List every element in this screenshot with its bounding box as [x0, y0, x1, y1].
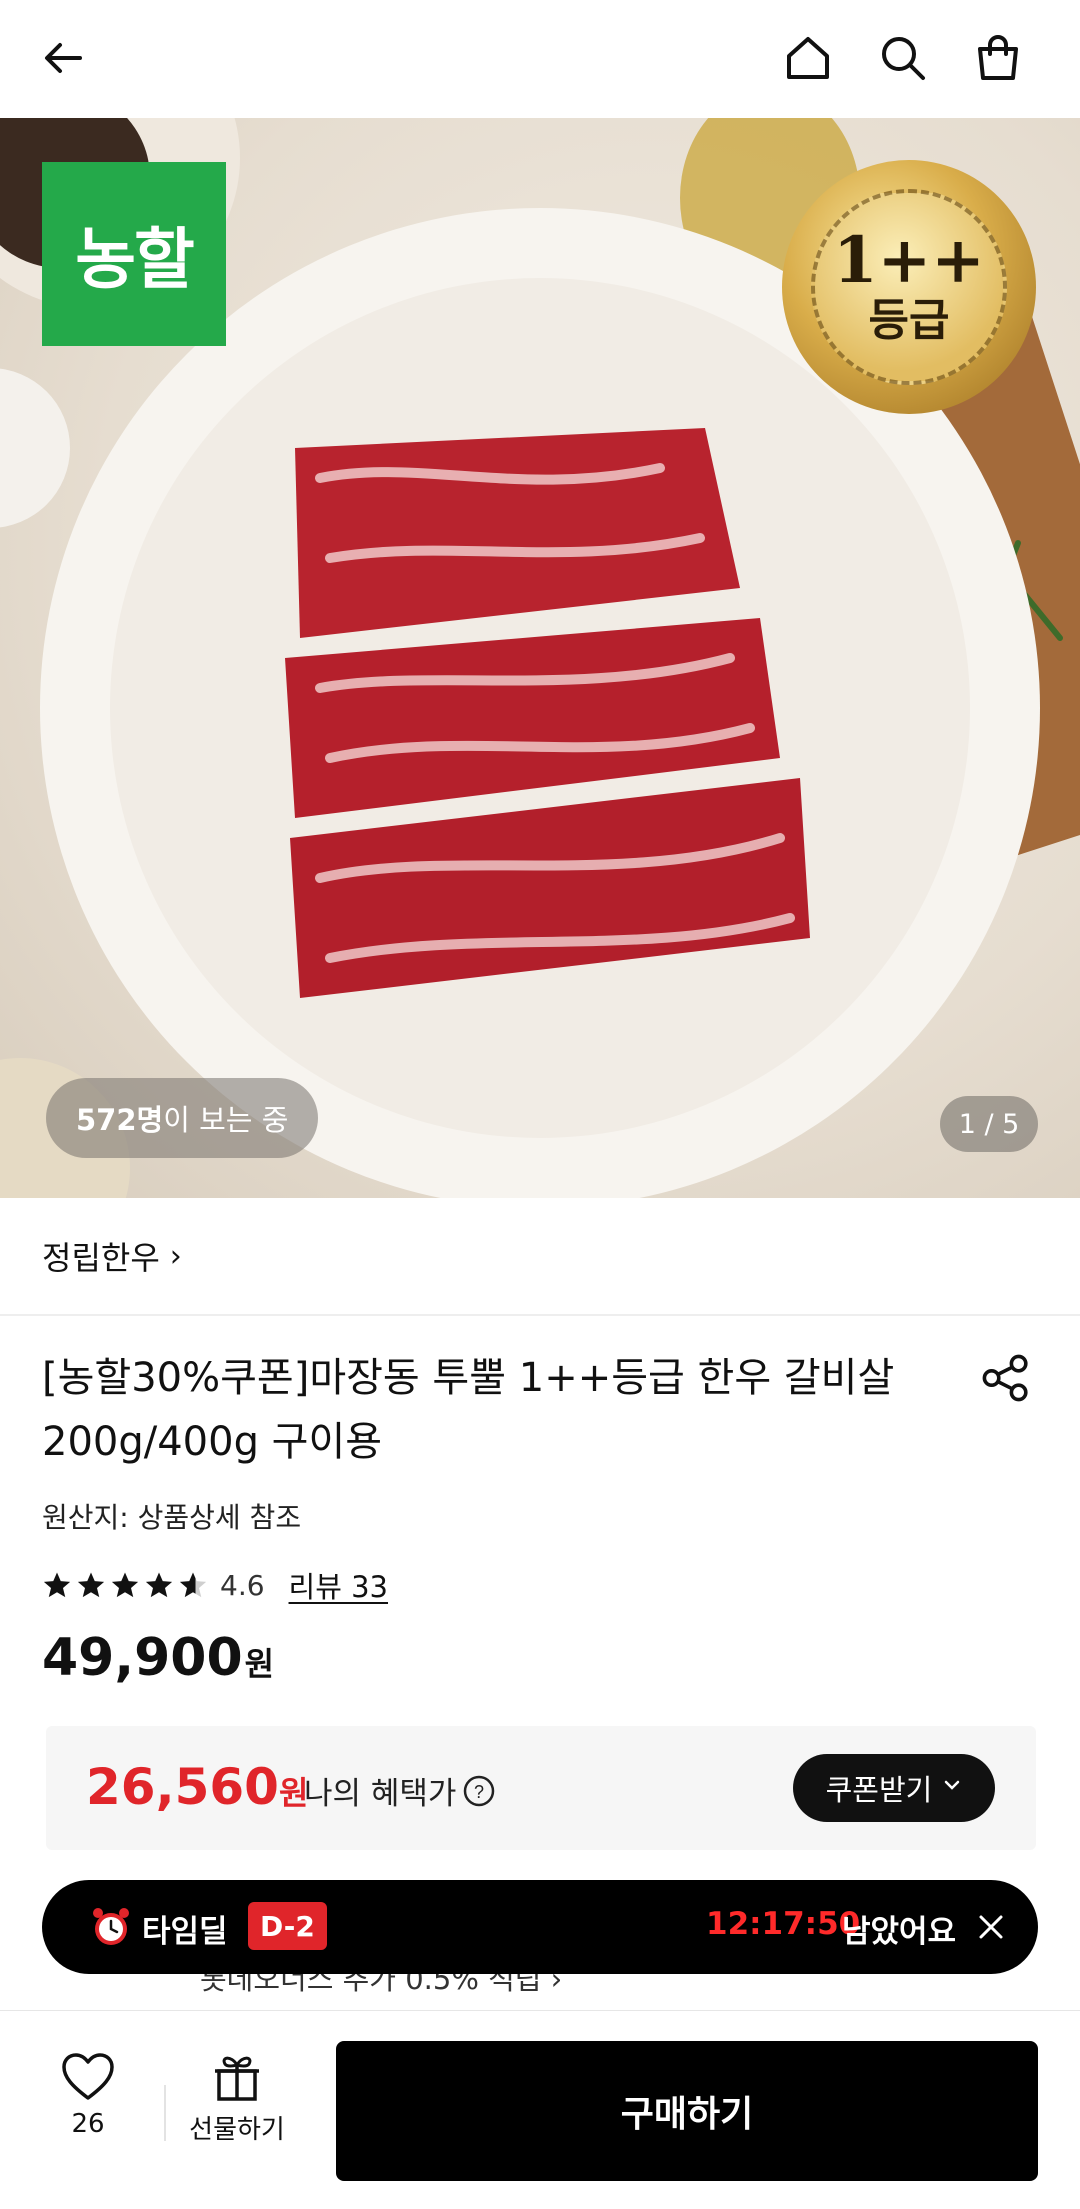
- share-icon: [982, 1354, 1028, 1402]
- alarm-clock-icon: [93, 1908, 129, 1945]
- timedeal-banner[interactable]: 타임딜 D-2 12:17:50 남았어요: [42, 1880, 1038, 1974]
- heart-icon: [62, 2053, 114, 2100]
- chevron-right-icon: ›: [169, 1238, 182, 1274]
- bottom-action-bar: 26 선물하기 구매하기: [0, 2010, 1080, 2209]
- gift-label: 선물하기: [189, 2115, 285, 2145]
- benefit-price-box: 26,560 원 나의 혜택가 ? 쿠폰받기: [46, 1726, 1036, 1850]
- brand-logo: 농할: [42, 162, 226, 346]
- rating-stars: [42, 1570, 208, 1600]
- chevron-down-icon: [942, 1775, 962, 1801]
- divider: [164, 2085, 166, 2141]
- benefit-label: 나의 혜택가 ?: [304, 1768, 496, 1813]
- price-unit: 원: [244, 1645, 275, 1683]
- like-count: 26: [71, 2109, 105, 2139]
- benefit-price: 26,560 원: [86, 1758, 308, 1816]
- rating-row: 4.6 리뷰 33: [42, 1560, 388, 1610]
- remaining-text: 남았어요: [842, 1914, 957, 1950]
- cart-button[interactable]: [960, 20, 1036, 96]
- close-icon: [979, 1915, 1003, 1939]
- store-link[interactable]: 정립한우 ›: [0, 1198, 1080, 1316]
- page-indicator: 1 / 5: [940, 1096, 1038, 1152]
- product-image-carousel[interactable]: 농할 1++ 등급 572명 이 보는 중 1 / 5: [0, 118, 1080, 1198]
- timedeal-label: 타임딜: [142, 1914, 228, 1950]
- back-button[interactable]: [26, 20, 102, 96]
- star-icon: [145, 1572, 173, 1598]
- arrow-left-icon: [45, 43, 82, 73]
- viewers-pill: 572명 이 보는 중: [46, 1078, 319, 1158]
- home-button[interactable]: [770, 20, 846, 96]
- close-timedeal-button[interactable]: [970, 1906, 1012, 1948]
- benefit-price-value: 26,560: [86, 1758, 279, 1816]
- product-title: [농할30%쿠폰]마장동 투뿔 1++등급 한우 갈비살 200g/400g 구…: [42, 1355, 895, 1465]
- coupon-button-label: 쿠폰받기: [825, 1773, 933, 1807]
- star-icon: [111, 1572, 139, 1598]
- share-button[interactable]: [976, 1348, 1036, 1408]
- search-icon: [882, 37, 925, 80]
- origin-info: 원산지: 상품상세 참조: [42, 1501, 302, 1534]
- home-icon: [787, 37, 829, 79]
- product-price: 49,900 원: [42, 1628, 274, 1688]
- top-app-bar: [0, 0, 1080, 118]
- gift-icon: [215, 2056, 259, 2101]
- price-value: 49,900: [42, 1628, 243, 1688]
- rating-value: 4.6: [220, 1568, 265, 1602]
- grade-badge-label: 등급: [868, 294, 950, 346]
- viewers-suffix: 이 보는 중: [163, 1103, 289, 1137]
- like-button[interactable]: 26: [40, 2051, 136, 2171]
- star-icon: [43, 1572, 71, 1598]
- grade-badge-grade: 1++: [833, 222, 985, 298]
- store-name: 정립한우: [42, 1239, 160, 1277]
- svg-text:?: ?: [474, 1782, 484, 1802]
- star-icon: [77, 1572, 105, 1598]
- viewers-count: 572명: [76, 1103, 164, 1137]
- grade-badge: 1++ 등급: [782, 160, 1036, 414]
- half-star-icon: [179, 1572, 207, 1598]
- search-button[interactable]: [865, 20, 941, 96]
- gift-button[interactable]: 선물하기: [180, 2051, 294, 2171]
- help-icon[interactable]: ?: [462, 1774, 496, 1808]
- buy-button[interactable]: 구매하기: [336, 2041, 1038, 2181]
- d-day-badge: D-2: [248, 1902, 327, 1950]
- coupon-button[interactable]: 쿠폰받기: [793, 1754, 995, 1822]
- review-link[interactable]: 리뷰 33: [289, 1564, 388, 1606]
- benefit-label-text: 나의 혜택가: [304, 1776, 457, 1812]
- shopping-bag-icon: [978, 35, 1018, 80]
- countdown-timer: 12:17:50: [706, 1906, 861, 1942]
